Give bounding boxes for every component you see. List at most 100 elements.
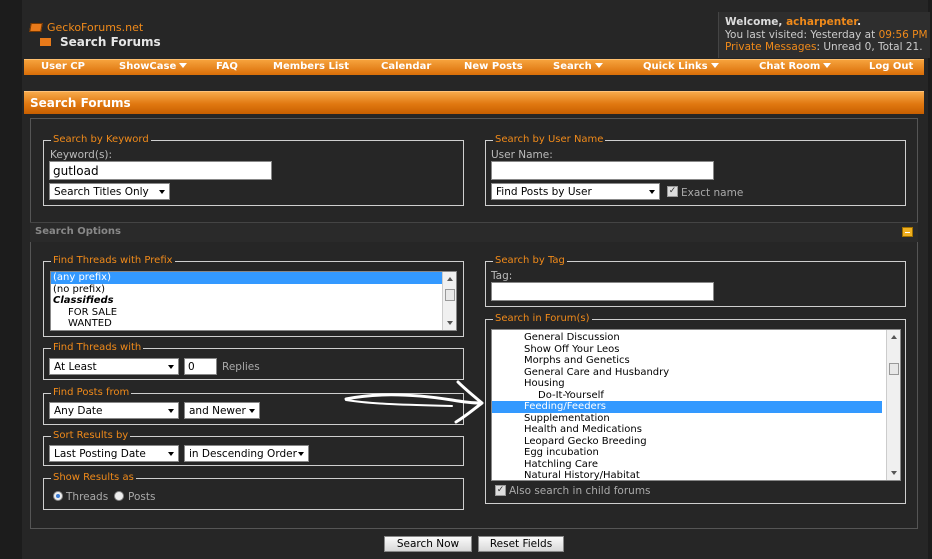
date-select[interactable]: Any Date <box>49 402 179 419</box>
threads-with-legend: Find Threads with <box>51 342 144 354</box>
nav-faq[interactable]: FAQ <box>216 61 238 72</box>
username-mode-select[interactable]: Find Posts by User <box>491 183 660 200</box>
chevron-down-icon <box>823 63 832 68</box>
list-item[interactable]: Hatchling Care <box>492 459 900 471</box>
private-messages-link[interactable]: Private Messages <box>725 41 816 53</box>
breadcrumb-arrow-icon <box>40 38 51 46</box>
list-item[interactable]: Housing <box>492 378 900 390</box>
list-item[interactable]: Egg incubation <box>492 447 900 459</box>
list-item[interactable]: Natural History/Habitat <box>492 470 900 480</box>
welcome-period: . <box>857 16 862 28</box>
list-item[interactable]: FOR SALE <box>51 307 456 319</box>
list-item[interactable]: Show Off Your Leos <box>492 344 900 356</box>
username-mode-value: Find Posts by User <box>496 186 592 198</box>
child-forums-label: Also search in child forums <box>509 485 651 497</box>
list-item[interactable]: Morphs and Genetics <box>492 355 900 367</box>
home-icon <box>29 23 43 32</box>
sort-panel: Sort Results by Last Posting Date in Des… <box>43 430 464 466</box>
chevron-down-icon <box>168 409 174 413</box>
username-link[interactable]: acharpenter <box>786 16 857 28</box>
posts-radio[interactable] <box>114 491 124 501</box>
prefix-listbox[interactable]: (any prefix) (no prefix) Classifieds FOR… <box>50 271 457 331</box>
threads-with-mode-select[interactable]: At Least <box>49 358 179 375</box>
exact-name-checkbox[interactable]: ✓ <box>667 186 678 197</box>
forums-panel: Search in Forum(s) General Discussion Sh… <box>485 313 906 504</box>
chevron-down-icon <box>168 365 174 369</box>
sort-order-select[interactable]: in Descending Order <box>184 445 309 462</box>
list-item[interactable]: (any prefix) <box>51 272 456 284</box>
threads-with-mode-value: At Least <box>54 361 97 373</box>
forums-listbox[interactable]: General Discussion Show Off Your Leos Mo… <box>491 329 901 481</box>
scroll-thumb[interactable] <box>445 289 455 301</box>
search-options-title: Search Options <box>35 226 122 237</box>
navbar: User CP ShowCase FAQ Members List Calend… <box>24 59 924 75</box>
list-item[interactable]: (no prefix) <box>51 284 456 296</box>
list-item[interactable]: General Discussion <box>492 332 900 344</box>
tag-panel: Search by Tag Tag: <box>485 255 906 307</box>
scroll-up-icon[interactable] <box>891 335 897 339</box>
collapse-icon[interactable] <box>902 227 913 237</box>
reset-fields-button[interactable]: Reset Fields <box>478 536 564 552</box>
nav-chat-room[interactable]: Chat Room <box>759 61 832 72</box>
list-item[interactable]: WANTED <box>51 318 456 330</box>
chevron-down-icon <box>168 452 174 456</box>
scroll-up-icon[interactable] <box>447 277 453 281</box>
nav-quick-links[interactable]: Quick Links <box>643 61 719 72</box>
date-direction-select[interactable]: and Newer <box>184 402 260 419</box>
show-results-legend: Show Results as <box>51 472 136 484</box>
reply-count-input[interactable]: 0 <box>184 358 217 375</box>
prefix-scrollbar[interactable] <box>442 272 456 330</box>
sort-field-select[interactable]: Last Posting Date <box>49 445 179 462</box>
list-item[interactable]: Feeding/Feeders <box>492 401 882 413</box>
list-item[interactable]: Leopard Gecko Breeding <box>492 436 900 448</box>
chevron-down-icon <box>649 190 655 194</box>
search-options-bar <box>30 222 918 242</box>
list-item[interactable]: General Care and Husbandry <box>492 367 900 379</box>
keyword-mode-select[interactable]: Search Titles Only <box>49 183 170 200</box>
nav-user-cp[interactable]: User CP <box>41 61 85 72</box>
nav-showcase[interactable]: ShowCase <box>119 61 188 72</box>
username-input[interactable] <box>491 161 714 180</box>
nav-new-posts[interactable]: New Posts <box>464 61 523 72</box>
chevron-down-icon <box>710 63 719 68</box>
replies-label: Replies <box>222 361 260 373</box>
keyword-legend: Search by Keyword <box>51 134 151 146</box>
site-name: GeckoForums.net <box>47 21 144 34</box>
pm-status: : Unread 0, Total 21. <box>816 41 923 53</box>
username-panel: Search by User Name User Name: Find Post… <box>485 134 906 206</box>
threads-radio[interactable] <box>53 491 63 501</box>
chevron-down-icon <box>249 409 255 413</box>
scroll-down-icon[interactable] <box>891 471 897 475</box>
chevron-down-icon <box>594 63 603 68</box>
tag-label: Tag: <box>491 270 513 282</box>
keyword-input[interactable]: gutload <box>49 161 272 180</box>
chevron-down-icon <box>298 452 304 456</box>
site-logo-link[interactable]: GeckoForums.net <box>29 21 144 34</box>
list-item[interactable]: Classifieds <box>51 295 456 307</box>
last-visited-time: 09:56 PM <box>878 28 928 41</box>
chevron-down-icon <box>159 190 165 194</box>
nav-calendar[interactable]: Calendar <box>381 61 431 72</box>
posts-radio-label: Posts <box>128 491 156 503</box>
child-forums-checkbox[interactable]: ✓ <box>495 485 506 496</box>
tag-legend: Search by Tag <box>493 255 567 267</box>
keyword-label: Keyword(s): <box>50 149 113 161</box>
prefix-panel: Find Threads with Prefix (any prefix) (n… <box>43 255 464 337</box>
nav-log-out[interactable]: Log Out <box>869 61 913 72</box>
nav-search[interactable]: Search <box>553 61 603 72</box>
list-item[interactable]: Health and Medications <box>492 424 900 436</box>
posts-from-legend: Find Posts from <box>51 387 132 399</box>
sort-field-value: Last Posting Date <box>54 448 146 460</box>
sort-legend: Sort Results by <box>51 430 131 442</box>
forums-scrollbar[interactable] <box>886 330 900 480</box>
page-heading: Search Forums <box>40 35 161 49</box>
list-item[interactable]: Supplementation <box>492 413 900 425</box>
scroll-thumb[interactable] <box>889 363 899 375</box>
nav-members-list[interactable]: Members List <box>273 61 349 72</box>
tag-input[interactable] <box>491 282 714 301</box>
username-legend: Search by User Name <box>493 134 606 146</box>
search-now-button[interactable]: Search Now <box>384 536 472 552</box>
scroll-down-icon[interactable] <box>447 321 453 325</box>
last-visited-text: You last visited: Yesterday at <box>725 28 879 41</box>
list-item[interactable]: Do-It-Yourself <box>492 390 900 402</box>
